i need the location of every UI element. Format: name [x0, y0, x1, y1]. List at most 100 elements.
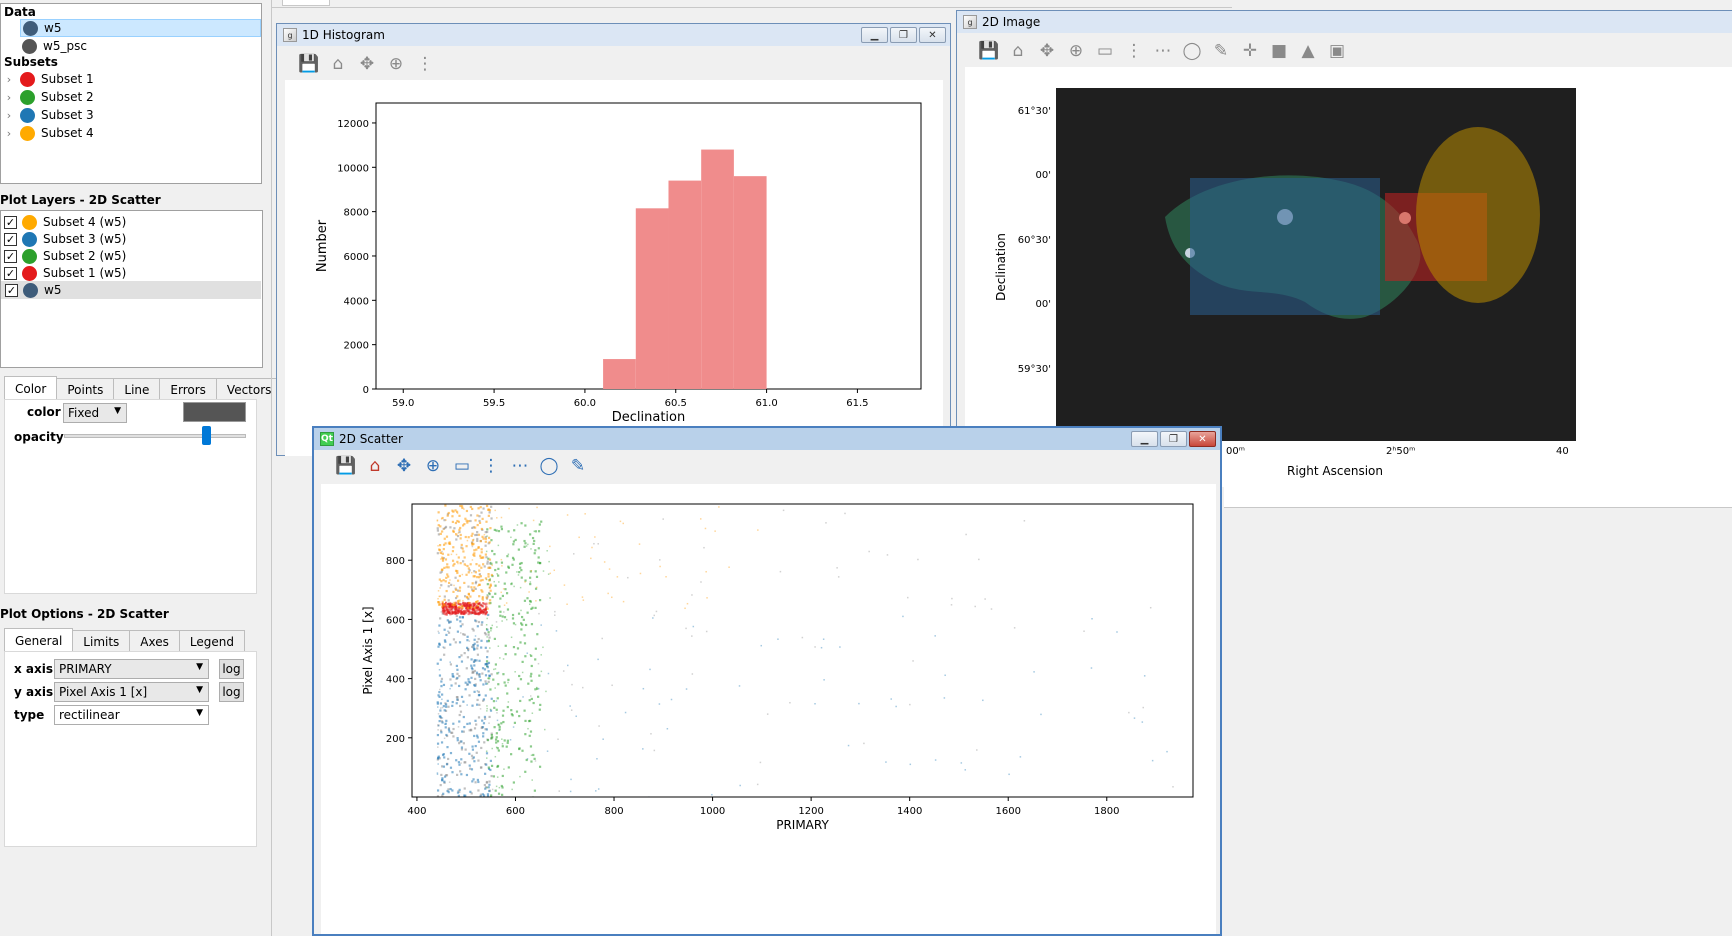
scatter-point: [1141, 721, 1144, 723]
pan-icon[interactable]: ✥: [355, 52, 379, 76]
layer-item-w5[interactable]: ✓ w5: [1, 281, 261, 299]
scatter-point: [482, 608, 484, 611]
chevron-right-icon[interactable]: ›: [4, 109, 14, 122]
minimize-button[interactable]: ▁: [861, 27, 888, 43]
x-range-select-icon[interactable]: ⋮: [413, 52, 437, 76]
scatter-point: [500, 525, 503, 528]
layer-item-subset-4[interactable]: ✓ Subset 4 (w5): [0, 213, 260, 231]
image-titlebar[interactable]: g 2D Image: [957, 11, 1732, 33]
image-canvas[interactable]: 61°30' 00' 60°30' 00' 59°30' Declination: [965, 67, 1732, 487]
scatter-point: [684, 607, 686, 610]
chevron-right-icon[interactable]: ›: [4, 91, 14, 104]
zoom-icon[interactable]: ⊕: [421, 454, 445, 478]
tab-errors[interactable]: Errors: [159, 378, 217, 400]
tab-legend[interactable]: Legend: [178, 630, 245, 652]
home-icon[interactable]: ⌂: [363, 454, 387, 478]
tab-color[interactable]: Color: [4, 376, 58, 400]
pan-icon[interactable]: ✥: [1035, 39, 1059, 63]
zoom-icon[interactable]: ⊕: [384, 52, 408, 76]
histogram-icon[interactable]: ▲: [1296, 39, 1320, 63]
scatter-point: [479, 708, 482, 710]
scatter-point: [476, 514, 479, 517]
viewer-tab[interactable]: [282, 0, 330, 6]
scatter-point: [503, 611, 505, 613]
checkbox-icon[interactable]: ✓: [4, 249, 17, 263]
x-range-select-icon[interactable]: ⋮: [1122, 39, 1146, 63]
cube-icon[interactable]: ▣: [1325, 39, 1349, 63]
scatter-point: [488, 780, 491, 783]
subset-item-2[interactable]: › Subset 2: [4, 88, 259, 106]
scatter-point: [492, 678, 495, 681]
save-icon[interactable]: 💾: [334, 454, 358, 478]
tab-line[interactable]: Line: [113, 378, 161, 400]
y-axis-select[interactable]: Pixel Axis 1 [x] ▼: [54, 682, 209, 702]
chevron-right-icon[interactable]: ›: [4, 127, 14, 140]
restore-button[interactable]: ❐: [1160, 431, 1187, 447]
scatter-point: [501, 743, 504, 745]
pan-icon[interactable]: ✥: [392, 454, 416, 478]
home-icon[interactable]: ⌂: [1006, 39, 1030, 63]
minimize-button[interactable]: ▁: [1131, 431, 1158, 447]
scatter-point: [523, 545, 526, 548]
scatter-point: [519, 699, 522, 703]
save-icon[interactable]: 💾: [297, 52, 321, 76]
save-icon[interactable]: 💾: [977, 39, 1001, 63]
color-swatch-button[interactable]: [183, 402, 246, 422]
x-axis-select[interactable]: PRIMARY ▼: [54, 659, 209, 679]
home-icon[interactable]: ⌂: [326, 52, 350, 76]
y-range-select-icon[interactable]: ⋯: [508, 454, 532, 478]
scatter-titlebar[interactable]: Qt 2D Scatter ▁ ❐ ✕: [314, 428, 1220, 450]
x-log-button[interactable]: log: [219, 659, 244, 679]
close-button[interactable]: ✕: [1189, 431, 1216, 447]
restore-button[interactable]: ❐: [890, 27, 917, 43]
scatter-point: [471, 612, 474, 614]
checkbox-icon[interactable]: ✓: [4, 215, 17, 229]
tab-limits[interactable]: Limits: [72, 630, 131, 652]
tab-vectors[interactable]: Vectors: [215, 378, 283, 400]
checkbox-icon[interactable]: ✓: [4, 266, 17, 280]
subset-item-1[interactable]: › Subset 1: [4, 70, 259, 88]
contrast-icon[interactable]: ■: [1267, 39, 1291, 63]
checkbox-icon[interactable]: ✓: [4, 232, 17, 246]
data-item-w5[interactable]: w5: [20, 19, 261, 37]
subset-item-4[interactable]: › Subset 4: [4, 124, 259, 142]
opacity-slider-handle[interactable]: [201, 426, 211, 445]
scatter-point: [471, 539, 475, 542]
scatter-point: [529, 675, 532, 678]
subset-item-3[interactable]: › Subset 3: [4, 106, 259, 124]
histogram-canvas[interactable]: 59.0 59.5 60.0 60.5 61.0 61.5 0 2000 4000 6000 800…: [285, 80, 943, 456]
circle-select-icon[interactable]: ◯: [537, 454, 561, 478]
zoom-icon[interactable]: ⊕: [1064, 39, 1088, 63]
scatter-canvas[interactable]: 400 600 800 1000 1200 1400 1600 1800 200 400 600 80…: [321, 484, 1216, 934]
lasso-select-icon[interactable]: ✎: [566, 454, 590, 478]
histogram-titlebar[interactable]: g 1D Histogram ▁ ❐ ✕: [277, 24, 950, 46]
layer-item-subset-2[interactable]: ✓ Subset 2 (w5): [0, 247, 260, 265]
rectangle-select-icon[interactable]: ▭: [450, 454, 474, 478]
scatter-point: [514, 538, 517, 542]
close-button[interactable]: ✕: [919, 27, 946, 43]
rectangle-select-icon[interactable]: ▭: [1093, 39, 1117, 63]
tab-general[interactable]: General: [4, 628, 74, 652]
scatter-point: [527, 727, 529, 730]
y-range-select-icon[interactable]: ⋯: [1151, 39, 1175, 63]
checkbox-icon[interactable]: ✓: [5, 283, 18, 297]
chevron-right-icon[interactable]: ›: [4, 73, 14, 86]
y-log-button[interactable]: log: [219, 682, 244, 702]
tab-axes[interactable]: Axes: [129, 630, 180, 652]
scatter-point: [526, 597, 529, 600]
scatter-point: [473, 638, 476, 641]
layer-item-subset-3[interactable]: ✓ Subset 3 (w5): [0, 230, 260, 248]
layer-item-subset-1[interactable]: ✓ Subset 1 (w5): [0, 264, 260, 282]
scatter-point: [454, 641, 457, 644]
data-item-w5-psc[interactable]: w5_psc: [22, 37, 262, 55]
circle-select-icon[interactable]: ◯: [1180, 39, 1204, 63]
x-range-select-icon[interactable]: ⋮: [479, 454, 503, 478]
lasso-select-icon[interactable]: ✎: [1209, 39, 1233, 63]
tab-points[interactable]: Points: [56, 378, 115, 400]
color-mode-select[interactable]: Fixed ▼: [63, 403, 127, 423]
opacity-slider-track[interactable]: [64, 434, 246, 438]
scatter-point: [533, 757, 536, 760]
type-select[interactable]: rectilinear ▼: [54, 705, 209, 725]
crosshair-icon[interactable]: ✛: [1238, 39, 1262, 63]
scatter-point: [530, 569, 533, 572]
